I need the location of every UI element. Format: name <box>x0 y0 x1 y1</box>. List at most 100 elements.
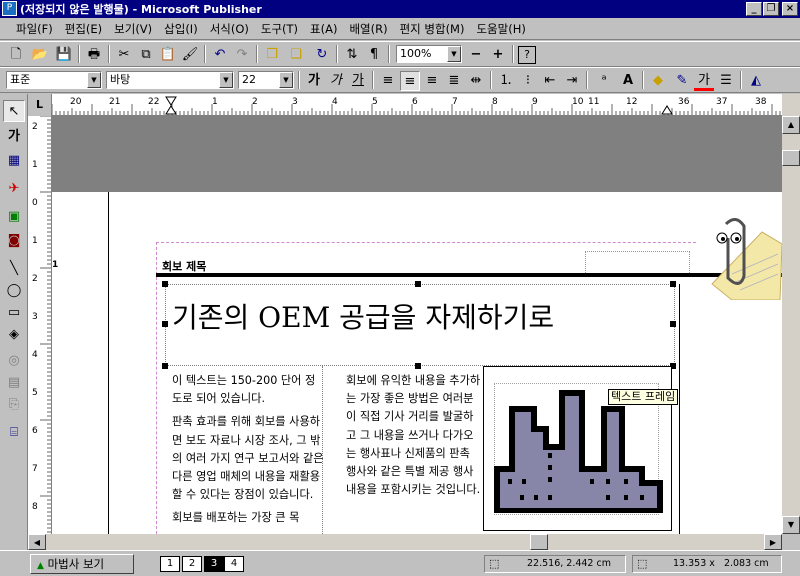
distribute-icon[interactable]: ⇹ <box>466 71 486 91</box>
decrease-indent-icon[interactable]: ⇤ <box>540 71 560 91</box>
print-icon[interactable]: 🖶 <box>84 45 104 65</box>
save-icon[interactable]: 💾 <box>54 45 74 65</box>
page-3-button[interactable]: 3 <box>204 556 224 572</box>
copy-icon[interactable]: ⧉ <box>136 45 156 65</box>
rectangle-tool-icon[interactable]: ▭ <box>3 302 25 324</box>
page-2-button[interactable]: 2 <box>182 556 202 572</box>
menu-help[interactable]: 도움말(H) <box>470 21 531 37</box>
chevron-down-icon[interactable]: ▼ <box>279 72 293 88</box>
menu-file[interactable]: 파일(F) <box>10 21 59 37</box>
newsletter-title-label[interactable]: 회보 제목 <box>162 258 206 274</box>
style-select[interactable]: 표준 ▼ <box>6 71 102 89</box>
publisher-app-icon[interactable]: P <box>2 1 17 16</box>
selection-handle[interactable] <box>162 281 168 287</box>
chevron-down-icon[interactable]: ▼ <box>219 72 233 88</box>
zoom-in-icon[interactable]: + <box>488 45 508 65</box>
italic-button[interactable]: 가 <box>326 71 346 91</box>
vertical-scrollbar[interactable]: ▲ ▼ <box>782 94 800 534</box>
help-icon[interactable]: ? <box>518 46 536 64</box>
menu-tools[interactable]: 도구(T) <box>255 21 304 37</box>
cut-icon[interactable]: ✂ <box>114 45 134 65</box>
text-frame-tool[interactable]: 가 <box>3 126 25 148</box>
align-right-icon[interactable]: ≡ <box>422 71 442 91</box>
horizontal-scrollbar[interactable]: ◀ ▶ <box>28 534 782 550</box>
menu-arrange[interactable]: 배열(R) <box>343 21 393 37</box>
line-color-icon[interactable]: ✎ <box>672 71 692 91</box>
open-folder-icon[interactable]: 📂 <box>30 45 50 65</box>
oval-tool-icon[interactable]: ◯ <box>3 280 25 302</box>
decrease-font-size-icon[interactable]: ᵃ <box>594 71 614 91</box>
zoom-select[interactable]: 100% ▼ <box>396 45 462 63</box>
office-assistant-clippy-icon[interactable] <box>692 214 782 300</box>
boundaries-icon[interactable]: ⇅ <box>342 45 362 65</box>
special-characters-icon[interactable]: ¶ <box>364 45 384 65</box>
format-painter-icon[interactable]: 🖌 <box>180 45 200 65</box>
redo-icon[interactable]: ↷ <box>232 45 252 65</box>
close-button[interactable]: × <box>782 2 798 16</box>
scroll-up-icon[interactable]: ▲ <box>782 116 800 134</box>
page-4-button[interactable]: 4 <box>224 556 244 572</box>
fill-color-icon[interactable]: ◆ <box>648 71 668 91</box>
headline[interactable]: 기존의 OEM 공급을 자제하기로 <box>172 296 554 336</box>
html-code-tool-icon[interactable]: ⎘ <box>3 394 25 416</box>
justify-icon[interactable]: ≣ <box>444 71 464 91</box>
right-indent-marker[interactable] <box>661 105 673 115</box>
font-select[interactable]: 바탕 ▼ <box>106 71 234 89</box>
empty-frame-outline[interactable] <box>585 251 690 275</box>
numbering-icon[interactable]: ⒈ <box>496 71 516 91</box>
line-style-icon[interactable]: ☰ <box>716 71 736 91</box>
shadow-icon[interactable]: ◭ <box>746 71 766 91</box>
chevron-down-icon[interactable]: ▼ <box>87 72 101 88</box>
vertical-scroll-thumb[interactable] <box>782 150 800 166</box>
paste-icon[interactable]: 📋 <box>158 45 178 65</box>
page-1-button[interactable]: 1 <box>160 556 180 572</box>
selection-handle[interactable] <box>670 321 676 327</box>
selection-handle[interactable] <box>162 321 168 327</box>
custom-shapes-tool-icon[interactable]: ◈ <box>3 324 25 346</box>
menu-view[interactable]: 보기(V) <box>108 21 158 37</box>
menu-insert[interactable]: 삽입(I) <box>158 21 204 37</box>
font-size-select[interactable]: 22 ▼ <box>238 71 294 89</box>
send-to-back-icon[interactable]: ❏ <box>286 45 306 65</box>
align-center-icon[interactable]: ≡ <box>400 71 420 91</box>
menu-mail-merge[interactable]: 편지 병합(M) <box>394 21 471 37</box>
custom-rotate-icon[interactable]: ↻ <box>312 45 332 65</box>
selection-handle[interactable] <box>415 363 421 369</box>
zoom-out-icon[interactable]: − <box>466 45 486 65</box>
selection-handle[interactable] <box>162 363 168 369</box>
picture-frame-tool-icon[interactable]: ▣ <box>3 206 25 228</box>
align-left-icon[interactable]: ≡ <box>378 71 398 91</box>
horizontal-ruler[interactable]: 20 21 22 1 2 3 4 5 6 7 8 9 10 11 12 36 3… <box>52 94 782 116</box>
restore-button[interactable]: ❐ <box>763 2 779 16</box>
scroll-down-icon[interactable]: ▼ <box>782 516 800 534</box>
bullets-icon[interactable]: ⁝ <box>518 71 538 91</box>
menu-format[interactable]: 서식(O) <box>204 21 255 37</box>
form-control-tool-icon[interactable]: ▤ <box>3 372 25 394</box>
design-gallery-icon[interactable]: ⌸ <box>3 422 25 444</box>
first-line-indent-marker[interactable] <box>165 105 177 115</box>
vertical-ruler[interactable]: 2 1 0 1 2 3 4 5 6 7 8 <box>28 116 52 534</box>
bring-to-front-icon[interactable]: ❐ <box>262 45 282 65</box>
menu-edit[interactable]: 편집(E) <box>59 21 108 37</box>
table-frame-tool-icon[interactable]: ▦ <box>3 150 25 172</box>
pointer-tool-icon[interactable]: ↖ <box>3 100 25 122</box>
publication-canvas[interactable]: 1 회보 제목 기존의 OEM 공급을 자제하기로 이 텍스트는 150-200… <box>52 116 782 534</box>
wordart-tool-icon[interactable]: ✈ <box>3 178 25 200</box>
menu-table[interactable]: 표(A) <box>304 21 343 37</box>
left-indent-marker[interactable] <box>165 96 177 106</box>
scroll-left-icon[interactable]: ◀ <box>28 534 46 550</box>
font-color-button[interactable]: 가 <box>694 71 714 91</box>
text-column-2[interactable]: 회보에 유익한 내용을 추가하는 가장 좋은 방법은 여러분이 직접 기사 거리… <box>346 372 482 499</box>
hot-spot-tool-icon[interactable]: ◎ <box>3 350 25 372</box>
chevron-down-icon[interactable]: ▼ <box>447 46 461 62</box>
line-tool-icon[interactable]: ╲ <box>3 258 25 280</box>
show-wizard-button[interactable]: ▲ 마법사 보기 <box>30 554 134 574</box>
bold-button[interactable]: 가 <box>304 71 324 91</box>
increase-font-size-icon[interactable]: A <box>618 71 638 91</box>
increase-indent-icon[interactable]: ⇥ <box>562 71 582 91</box>
text-column-1[interactable]: 이 텍스트는 150-200 단어 정도로 되어 있습니다. 판촉 효과를 위해… <box>172 372 324 528</box>
ruler-origin[interactable]: L <box>28 94 52 116</box>
new-document-icon[interactable]: 🗋 <box>6 45 26 65</box>
minimize-button[interactable]: _ <box>746 2 762 16</box>
horizontal-scroll-thumb[interactable] <box>530 534 548 550</box>
